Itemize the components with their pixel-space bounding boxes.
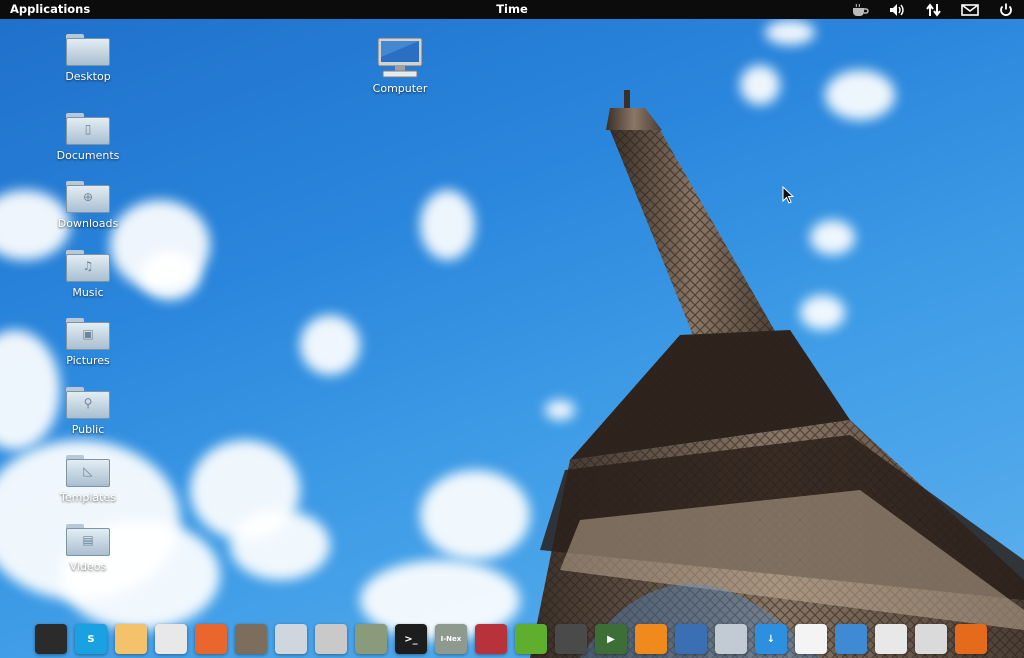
folder-videos-icon: ▤ [66, 524, 110, 556]
workspace-switcher-icon[interactable] [275, 624, 307, 654]
desktop-icon-desktop[interactable]: Desktop [48, 34, 128, 83]
nvidia-settings-icon[interactable] [515, 624, 547, 654]
volume-icon[interactable] [888, 1, 908, 18]
disk-usage-icon[interactable] [355, 624, 387, 654]
desktop-icon-computer[interactable]: Computer [360, 37, 440, 95]
chrome-icon[interactable] [875, 624, 907, 654]
mail-icon[interactable] [960, 1, 980, 18]
folder-templates-icon: ◺ [66, 455, 110, 487]
dock-item-label: ↓ [766, 633, 776, 645]
desktop-icon-music[interactable]: ♫ Music [48, 250, 128, 299]
desktop-icon-documents[interactable]: ▯ Documents [48, 113, 128, 162]
folder-pictures-icon: ▣ [66, 318, 110, 350]
vlc-icon[interactable] [635, 624, 667, 654]
folder-documents-icon: ▯ [66, 113, 110, 145]
dock-item-label: I-Nex [440, 635, 462, 643]
desktop-icon-templates[interactable]: ◺ Templates [48, 455, 128, 504]
screen-settings-icon[interactable] [835, 624, 867, 654]
i-nex-icon[interactable]: I-Nex [435, 624, 467, 654]
desktop-icon-label: Desktop [65, 70, 111, 83]
desktop-icon-label: Downloads [57, 217, 119, 230]
desktop-icon-label: Pictures [66, 354, 110, 367]
terminal-icon[interactable]: >_ [395, 624, 427, 654]
text-document-icon[interactable] [795, 624, 827, 654]
mail-client-icon[interactable] [115, 624, 147, 654]
computer-icon [377, 37, 423, 78]
firefox-icon[interactable] [955, 624, 987, 654]
dock-item-label: >_ [404, 633, 418, 645]
applications-menu[interactable]: Applications [10, 2, 90, 16]
backup-icon[interactable] [675, 624, 707, 654]
desktop-icon-label: Computer [372, 82, 428, 95]
power-icon[interactable] [996, 1, 1016, 18]
desktop-icon-videos[interactable]: ▤ Videos [48, 524, 128, 573]
top-panel: Applications Time [0, 0, 1024, 19]
folder-icon [66, 34, 110, 66]
disc-burner-icon[interactable] [915, 624, 947, 654]
media-player-icon[interactable]: ▶ [595, 624, 627, 654]
calendar-icon[interactable] [155, 624, 187, 654]
folder-music-icon: ♫ [66, 250, 110, 282]
mouse-cursor-icon [782, 186, 794, 204]
calculator-icon[interactable] [555, 624, 587, 654]
eiffel-tower-wallpaper [530, 90, 1024, 658]
desktop-icon-label: Music [72, 286, 104, 299]
folder-public-icon: ⚲ [66, 387, 110, 419]
dock-item-label: S [87, 633, 95, 645]
dock: S >_ I-Nex ▶ ↓ [0, 620, 1024, 658]
folder-downloads-icon: ⊕ [66, 181, 110, 213]
disk-icon[interactable] [315, 624, 347, 654]
desktop-icon-downloads[interactable]: ⊕ Downloads [48, 181, 128, 230]
home-folder-icon[interactable] [715, 624, 747, 654]
desktop-icon-public[interactable]: ⚲ Public [48, 387, 128, 436]
gimp-icon[interactable] [235, 624, 267, 654]
coffee-icon[interactable] [850, 1, 870, 18]
system-monitor-icon[interactable] [35, 624, 67, 654]
desktop-icon-label: Documents [56, 149, 120, 162]
network-icon[interactable] [924, 1, 944, 18]
clock[interactable]: Time [496, 2, 528, 16]
dock-item-label: ▶ [607, 633, 615, 645]
desktop-icon-label: Templates [60, 491, 116, 504]
photo-manager-icon[interactable] [195, 624, 227, 654]
desktop-icon-label: Videos [69, 560, 107, 573]
download-manager-icon[interactable]: ↓ [755, 624, 787, 654]
package-installer-icon[interactable] [475, 624, 507, 654]
desktop-icon-label: Public [71, 423, 105, 436]
desktop-icon-pictures[interactable]: ▣ Pictures [48, 318, 128, 367]
skype-icon[interactable]: S [75, 624, 107, 654]
